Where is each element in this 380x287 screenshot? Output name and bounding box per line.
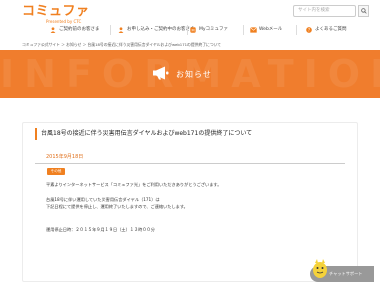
svg-text:?: ? (308, 28, 310, 33)
search-input[interactable]: サイト内を検索 (293, 5, 356, 17)
search-button[interactable] (358, 5, 369, 17)
nav-label: Myコミュファ (199, 27, 229, 32)
nav-divider (110, 25, 111, 35)
page-title: お知らせ (176, 69, 212, 79)
chat-support-button[interactable]: チャットサポート (310, 259, 374, 282)
nav-divider (187, 25, 188, 35)
nav-label: よくあるご質問 (315, 27, 347, 32)
body-paragraph: 運用停止日時：２０１５年９月１９日（土）１３時００分 (46, 227, 155, 232)
nav-divider (296, 25, 297, 35)
body-paragraph: 平素よりインターネットサービス「コミュファ光」をご利用いただきありがとうございま… (46, 182, 222, 187)
category-badge: その他 (47, 168, 65, 175)
person-icon (50, 27, 56, 33)
nav-before-contract[interactable]: ご契約前のお客さま (50, 24, 100, 36)
nav-faq[interactable]: ? よくあるご質問 (306, 24, 347, 36)
my-icon: M (190, 27, 196, 33)
mascot-icon (312, 258, 328, 280)
nav-applying[interactable]: お申し込み・ご契約中のお客さま (118, 24, 195, 36)
article-date: 2015年9月18日 (46, 154, 84, 160)
mail-icon (250, 27, 257, 33)
nav-divider (243, 25, 244, 35)
nav-my-commufa[interactable]: M Myコミュファ (190, 24, 228, 36)
hero-banner: INFORMATION お知らせ (0, 50, 380, 98)
search-icon (360, 8, 367, 14)
article-title: 台風18号の接近に伴う災害用伝言ダイヤルおよびweb171の提供終了について (41, 130, 253, 137)
svg-text:M: M (191, 29, 194, 33)
nav-webmail[interactable]: Webメール (250, 24, 282, 36)
question-icon: ? (306, 27, 312, 33)
nav-label: お申し込み・ご契約中のお客さま (127, 27, 195, 32)
site-header: コミュファ Presented by CTC サイト内を検索 ご契約前のお客さま… (0, 0, 380, 40)
body-paragraph: 台風18号に伴い運用していた災害用伝言ダイヤル（171）は (46, 197, 160, 202)
nav-label: ご契約前のお客さま (59, 27, 100, 32)
nav-label: Webメール (259, 27, 283, 32)
divider (35, 163, 345, 164)
megaphone-icon (152, 65, 170, 84)
support-label: チャットサポート (329, 271, 363, 276)
breadcrumb[interactable]: コミュファ公式サイト ＞ お知らせ ＞ 台風18号の接近に伴う災害用伝言ダイヤル… (22, 40, 362, 50)
person-icon (118, 27, 124, 33)
logo[interactable]: コミュファ (22, 5, 90, 18)
body-paragraph: 下記日程にて提供を停止し、運用終了いたしますので、ご連絡いたします。 (46, 204, 188, 209)
